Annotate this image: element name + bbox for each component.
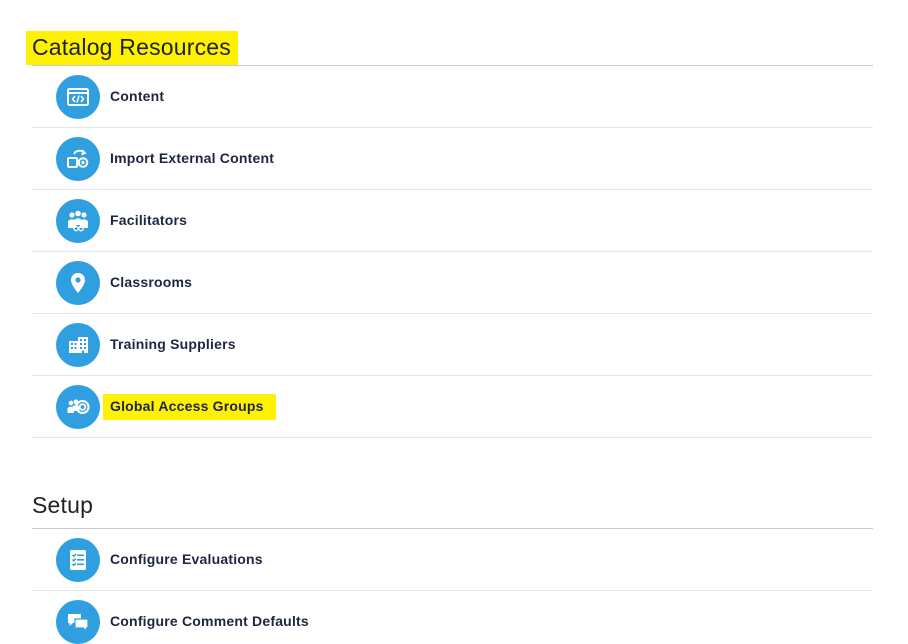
section-title-setup: Setup: [32, 492, 94, 518]
list-item-label: Facilitators: [110, 212, 188, 228]
list-item-label: Import External Content: [110, 150, 275, 166]
page: Catalog Resources Content Import Externa…: [0, 0, 908, 644]
code-window-icon: [56, 75, 100, 119]
location-pin-icon: [56, 261, 100, 305]
list-item-training-suppliers[interactable]: Training Suppliers: [32, 314, 873, 376]
import-content-icon: [56, 137, 100, 181]
list-item-label: Classrooms: [110, 274, 193, 290]
list-item-classrooms[interactable]: Classrooms: [32, 252, 873, 314]
list-item-label: Content: [110, 88, 165, 104]
building-icon: [56, 323, 100, 367]
list-item-label: Configure Evaluations: [110, 551, 263, 567]
facilitators-icon: [56, 199, 100, 243]
list-item-global-access-groups[interactable]: Global Access Groups: [32, 376, 873, 438]
list-item-configure-comment-defaults[interactable]: Configure Comment Defaults: [32, 591, 873, 644]
list-item-label: Global Access Groups: [103, 394, 276, 420]
list-item-content[interactable]: Content: [32, 66, 873, 128]
checklist-icon: [56, 538, 100, 582]
list-item-label: Training Suppliers: [110, 336, 236, 352]
section-title-catalog-resources: Catalog Resources: [26, 31, 239, 65]
access-groups-icon: [56, 385, 100, 429]
list-item-import-external-content[interactable]: Import External Content: [32, 128, 873, 190]
list-item-label: Configure Comment Defaults: [110, 613, 309, 629]
comments-icon: [56, 600, 100, 644]
list-item-facilitators[interactable]: Facilitators: [32, 190, 873, 252]
list-item-configure-evaluations[interactable]: Configure Evaluations: [32, 529, 873, 591]
